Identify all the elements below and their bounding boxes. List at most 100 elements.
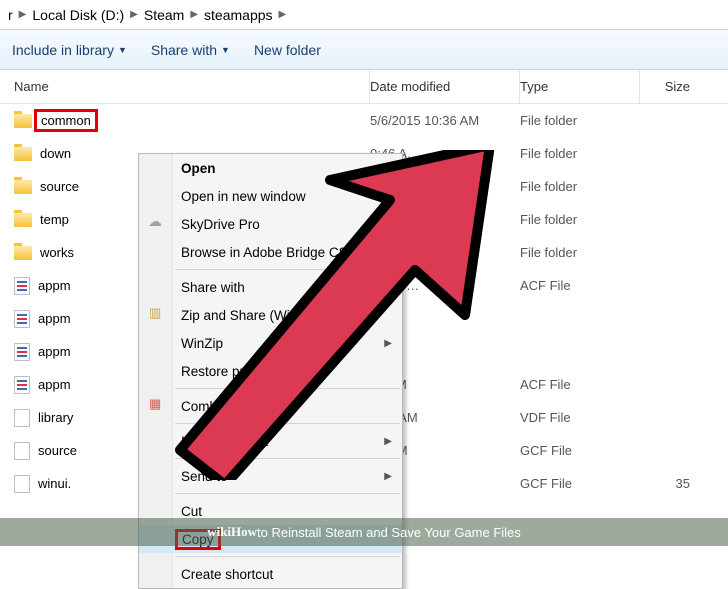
include-in-library-button[interactable]: Include in library ▼: [12, 42, 127, 58]
file-type: File folder: [520, 245, 640, 260]
toolbar-label: Include in library: [12, 42, 114, 58]
folder-icon: [14, 246, 32, 260]
menu-separator: [175, 423, 400, 424]
caption-text: to Reinstall Steam and Save Your Game Fi…: [257, 525, 521, 540]
menu-item-label: Open: [181, 161, 216, 176]
menu-item-label: Open in new window: [181, 189, 306, 204]
file-name: down: [40, 146, 71, 161]
menu-item-label: Zip and Share (WinZip Exp: [181, 308, 343, 323]
file-name: works: [40, 245, 74, 260]
breadcrumb-item[interactable]: steamapps: [204, 7, 272, 23]
menu-item[interactable]: Open: [139, 154, 402, 182]
breadcrumb-item[interactable]: Steam: [144, 7, 184, 23]
menu-item-label: Browse in Adobe Bridge CS6: [181, 245, 355, 260]
chevron-right-icon: ▶: [384, 471, 392, 482]
column-type[interactable]: Type: [520, 70, 640, 103]
menu-item-label: Share with: [181, 280, 245, 295]
table-row[interactable]: common 5/6/2015 10:36 AMFile folder: [0, 104, 728, 137]
file-type: GCF File: [520, 476, 640, 491]
menu-item[interactable]: Combine supporte: [139, 392, 402, 420]
column-size[interactable]: Size: [640, 79, 700, 94]
folder-icon: [14, 180, 32, 194]
menu-item[interactable]: WinZip ▶: [139, 329, 402, 357]
file-icon: [14, 310, 30, 328]
file-name: temp: [40, 212, 69, 227]
file-size: 35: [640, 476, 700, 491]
menu-item-label: Send to: [181, 469, 228, 484]
file-type: File folder: [520, 179, 640, 194]
column-name[interactable]: Name: [0, 70, 370, 103]
menu-item[interactable]: Send to ▶: [139, 462, 402, 490]
file-type: VDF File: [520, 410, 640, 425]
file-date: 5/6/2015 10:36 AM: [370, 113, 520, 128]
chevron-right-icon: ▶: [384, 219, 392, 230]
folder-icon: [14, 213, 32, 227]
file-name: library: [38, 410, 73, 425]
file-icon: [14, 475, 30, 493]
menu-item[interactable]: Browse in Adobe Bridge CS6: [139, 238, 402, 266]
explorer-toolbar: Include in library ▼ Share with ▼ New fo…: [0, 30, 728, 70]
file-type: File folder: [520, 212, 640, 227]
menu-item-label: Cut: [181, 504, 202, 519]
column-date[interactable]: Date modified: [370, 70, 520, 103]
menu-item[interactable]: Restore previous versio: [139, 357, 402, 385]
file-type: GCF File: [520, 443, 640, 458]
menu-item-label: Combine supporte: [181, 399, 291, 414]
caption-prefix: wikiHow: [207, 524, 257, 540]
menu-item-label: SkyDrive Pro: [181, 217, 260, 232]
file-name: source: [38, 443, 77, 458]
menu-item[interactable]: Create shortcut: [139, 560, 402, 588]
folder-icon: [14, 147, 32, 161]
menu-separator: [175, 493, 400, 494]
file-icon: [14, 277, 30, 295]
file-name: winui.: [38, 476, 71, 491]
chevron-right-icon: ▶: [384, 338, 392, 349]
menu-item[interactable]: Zip and Share (WinZip Exp: [139, 301, 402, 329]
menu-separator: [175, 556, 400, 557]
zip-icon: [148, 307, 164, 323]
chevron-down-icon: ▼: [221, 45, 230, 55]
column-headers: Name Date modified Type Size: [0, 70, 728, 104]
menu-separator: [175, 388, 400, 389]
breadcrumb-item[interactable]: Local Disk (D:): [32, 7, 124, 23]
file-type: ACF File: [520, 377, 640, 392]
menu-item-label: WinZip: [181, 336, 223, 351]
cloud-icon: [148, 216, 164, 232]
file-icon: [14, 343, 30, 361]
chevron-right-icon: ▶: [19, 9, 27, 20]
menu-item-label: Create shortcut: [181, 567, 273, 582]
file-type: File folder: [520, 113, 640, 128]
menu-item-label: Restore previous versio: [181, 364, 323, 379]
new-folder-button[interactable]: New folder: [254, 42, 321, 58]
file-name: appm: [38, 278, 71, 293]
file-name: source: [40, 179, 79, 194]
file-name: appm: [38, 377, 71, 392]
file-name: common: [34, 109, 98, 132]
breadcrumb-item[interactable]: r: [8, 7, 13, 23]
menu-item[interactable]: Open in new window: [139, 182, 402, 210]
menu-separator: [175, 458, 400, 459]
file-icon: [14, 376, 30, 394]
file-type: ACF File: [520, 278, 640, 293]
file-icon: [14, 442, 30, 460]
toolbar-label: Share with: [151, 42, 217, 58]
menu-item[interactable]: Share with ▶: [139, 273, 402, 301]
menu-item[interactable]: Include in libra▶: [139, 427, 402, 455]
menu-item-label: Include in libra: [181, 434, 268, 449]
file-type: File folder: [520, 146, 640, 161]
wikihow-caption: wikiHow to Reinstall Steam and Save Your…: [0, 518, 728, 546]
chevron-right-icon: ▶: [279, 9, 287, 20]
menu-item[interactable]: SkyDrive Pro ▶: [139, 210, 402, 238]
combine-icon: [148, 398, 164, 414]
chevron-right-icon: ▶: [130, 9, 138, 20]
file-name: appm: [38, 311, 71, 326]
menu-separator: [175, 269, 400, 270]
chevron-right-icon: ▶: [384, 282, 392, 293]
file-icon: [14, 409, 30, 427]
chevron-down-icon: ▼: [118, 45, 127, 55]
breadcrumb[interactable]: r ▶ Local Disk (D:) ▶ Steam ▶ steamapps …: [0, 0, 728, 30]
chevron-right-icon: ▶: [190, 9, 198, 20]
share-with-button[interactable]: Share with ▼: [151, 42, 230, 58]
folder-icon: [14, 114, 32, 128]
file-name: appm: [38, 344, 71, 359]
